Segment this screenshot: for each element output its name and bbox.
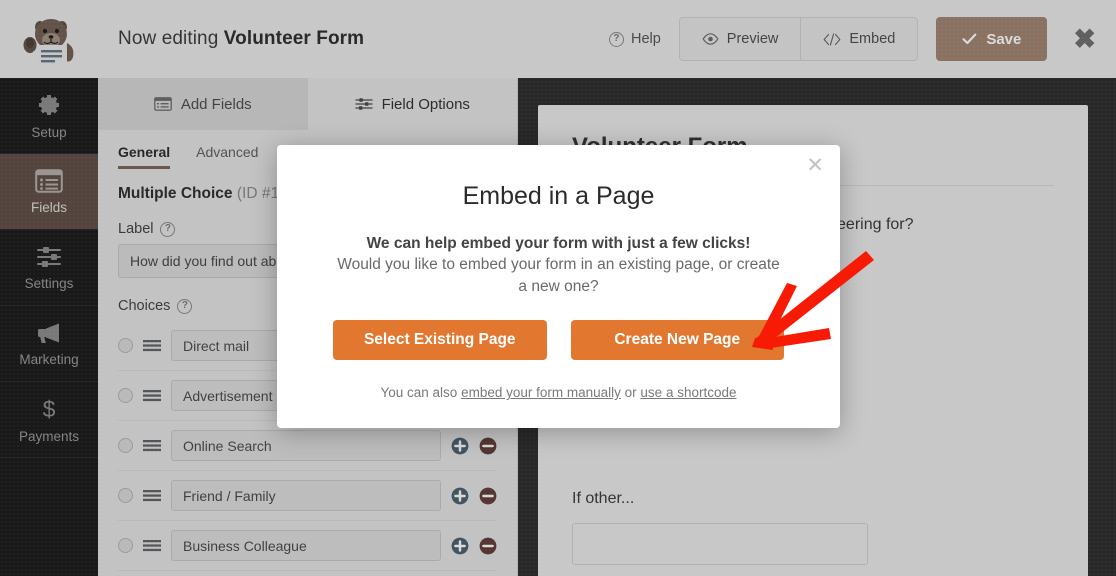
editing-prefix: Now editing [118, 28, 219, 49]
subtab-label: Advanced [196, 144, 259, 160]
sidebar-item-setup[interactable]: Setup [0, 78, 98, 154]
select-existing-page-button[interactable]: Select Existing Page [333, 320, 547, 360]
sidebar-item-payments[interactable]: $ Payments [0, 382, 98, 458]
choice-radio[interactable] [118, 338, 133, 353]
brand-logo [0, 0, 98, 78]
top-bar-actions: ? Help Preview Embed Save ✖ [608, 17, 1116, 61]
create-new-page-button[interactable]: Create New Page [570, 320, 784, 360]
preview-button[interactable]: Preview [680, 18, 801, 60]
embed-manually-link[interactable]: embed your form manually [461, 385, 621, 400]
drag-handle-icon[interactable] [143, 539, 161, 552]
choice-row: Online Search [118, 421, 497, 471]
drag-handle-icon[interactable] [143, 339, 161, 352]
question-circle-icon: ? [177, 298, 193, 314]
field-type-name: Multiple Choice [118, 185, 233, 202]
preview-question-2: If other... [572, 490, 635, 507]
footer-prefix: You can also [380, 385, 462, 400]
panel-tabs: Add Fields Field Options [98, 78, 517, 130]
megaphone-icon [38, 323, 59, 343]
dollar-sign-icon: $ [43, 396, 56, 422]
tab-add-fields[interactable]: Add Fields [98, 78, 308, 130]
help-button[interactable]: ? Help [608, 31, 661, 47]
drag-handle-icon[interactable] [143, 439, 161, 452]
minus-circle-icon[interactable] [479, 487, 497, 505]
sidebar-item-marketing[interactable]: Marketing [0, 306, 98, 382]
builder-sidebar: Setup Fields Settings Marketing $ Paymen… [0, 78, 98, 576]
sliders-icon [354, 98, 373, 110]
use-shortcode-link[interactable]: use a shortcode [640, 385, 736, 400]
embed-button[interactable]: Embed [800, 18, 917, 60]
preview-embed-group: Preview Embed [678, 17, 919, 61]
sidebar-item-label: Setup [31, 124, 67, 140]
plus-circle-icon[interactable] [451, 437, 469, 455]
tab-field-options[interactable]: Field Options [307, 78, 517, 130]
choice-value: Business Colleague [183, 537, 307, 554]
preview-other-input[interactable] [572, 523, 868, 565]
modal-footer: You can also embed your form manually or… [277, 360, 840, 400]
eye-icon [702, 33, 719, 45]
sliders-icon [37, 246, 61, 267]
choices-caption: Choices [118, 298, 171, 314]
choice-value: Direct mail [183, 337, 250, 354]
list-panel-icon [35, 168, 63, 193]
footer-middle: or [620, 385, 641, 400]
sidebar-item-label: Settings [24, 275, 74, 291]
drag-handle-icon[interactable] [143, 489, 161, 502]
choice-radio[interactable] [118, 538, 133, 553]
sidebar-item-settings[interactable]: Settings [0, 230, 98, 306]
sidebar-item-label: Marketing [19, 351, 79, 367]
svg-text:$: $ [43, 396, 56, 422]
tab-label: Field Options [381, 95, 470, 113]
editing-title: Now editing Volunteer Form [118, 28, 364, 50]
modal-title: Embed in a Page [462, 182, 655, 210]
subtab-label: General [118, 144, 171, 160]
code-brackets-icon [823, 32, 841, 46]
sidebar-item-label: Payments [18, 428, 80, 444]
question-circle-icon: ? [160, 221, 176, 237]
embed-label: Embed [849, 31, 896, 47]
close-builder-button[interactable]: ✖ [1073, 25, 1096, 53]
question-circle-icon: ? [608, 31, 624, 47]
choice-input[interactable]: Online Search [171, 430, 441, 461]
help-label: Help [630, 31, 661, 47]
subtab-advanced[interactable]: Advanced [196, 144, 258, 169]
fields-grid-icon [153, 97, 172, 111]
gear-icon [39, 94, 59, 115]
choice-row: Friend / Family [118, 471, 497, 521]
choice-row: Business Colleague [118, 521, 497, 571]
checkmark-icon [962, 33, 977, 45]
plus-circle-icon[interactable] [451, 537, 469, 555]
label-caption: Label [118, 221, 154, 237]
modal-subtitle: Would you like to embed your form in an … [337, 256, 780, 295]
choice-input[interactable]: Friend / Family [171, 480, 441, 511]
modal-close-button[interactable]: ✕ [806, 155, 824, 176]
select-existing-page-label: Select Existing Page [363, 331, 516, 348]
sidebar-item-label: Fields [30, 199, 67, 215]
top-bar: Now editing Volunteer Form ? Help Previe… [0, 0, 1116, 78]
choice-value: Online Search [183, 437, 272, 454]
sidebar-item-fields[interactable]: Fields [0, 154, 98, 230]
choice-value: Friend / Family [183, 487, 276, 504]
minus-circle-icon[interactable] [479, 437, 497, 455]
choice-input[interactable]: Business Colleague [171, 530, 441, 561]
create-new-page-label: Create New Page [614, 331, 741, 348]
modal-subtitle-bold: We can help embed your form with just a … [366, 235, 751, 252]
subtab-general[interactable]: General [118, 144, 170, 169]
choice-value: Advertisement [183, 387, 273, 404]
tab-label: Add Fields [180, 95, 252, 113]
wpforms-form-builder: Now editing Volunteer Form ? Help Previe… [0, 0, 1116, 576]
save-label: Save [986, 30, 1022, 48]
choice-radio[interactable] [118, 388, 133, 403]
minus-circle-icon[interactable] [479, 537, 497, 555]
wpforms-mascot-logo [23, 19, 74, 66]
preview-label: Preview [726, 31, 779, 47]
embed-in-page-modal: ✕ Embed in a Page We can help embed your… [277, 145, 840, 428]
choice-radio[interactable] [118, 438, 133, 453]
form-name: Volunteer Form [223, 28, 365, 49]
drag-handle-icon[interactable] [143, 389, 161, 402]
save-button[interactable]: Save [936, 17, 1048, 61]
plus-circle-icon[interactable] [451, 487, 469, 505]
choice-radio[interactable] [118, 488, 133, 503]
modal-actions: Select Existing Page Create New Page [277, 298, 840, 360]
